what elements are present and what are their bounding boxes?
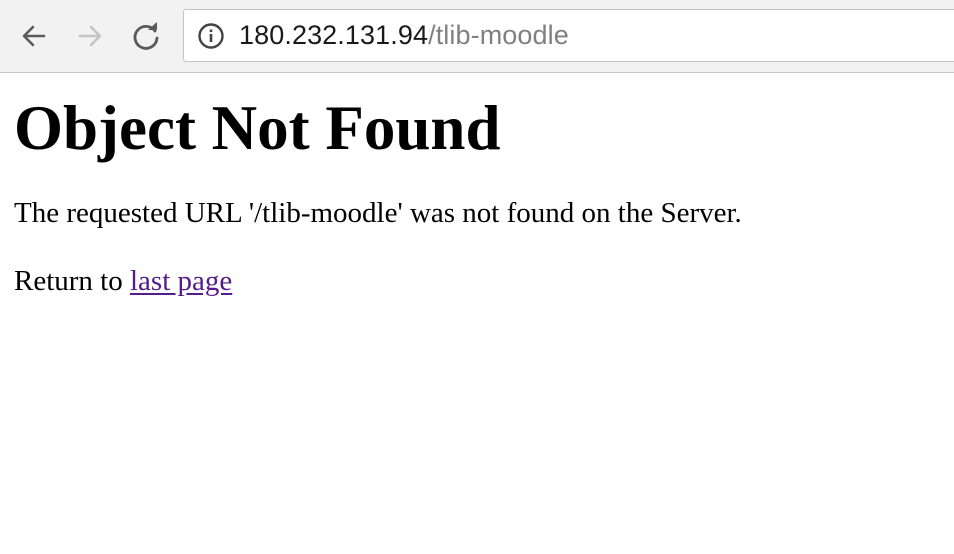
reload-icon [133,22,159,50]
info-icon[interactable] [197,22,225,50]
return-line: Return to last page [14,264,934,298]
reload-button[interactable] [128,18,164,54]
address-bar[interactable]: 180.232.131.94/tlib-moodle [183,9,954,62]
url-host: 180.232.131.94 [239,20,429,50]
back-arrow-icon [22,25,46,47]
forward-button[interactable] [72,18,108,54]
back-button[interactable] [16,18,52,54]
browser-toolbar: 180.232.131.94/tlib-moodle [0,0,954,73]
return-prefix: Return to [14,265,130,297]
last-page-link[interactable]: last page [130,265,232,297]
error-message: The requested URL '/tlib-moodle' was not… [14,197,742,229]
page-title: Object Not Found [14,93,501,163]
forward-arrow-icon [78,25,102,47]
page-content: Object Not Found The requested URL '/tli… [14,74,934,298]
url-text[interactable]: 180.232.131.94/tlib-moodle [239,20,569,51]
url-path: /tlib-moodle [428,20,569,50]
